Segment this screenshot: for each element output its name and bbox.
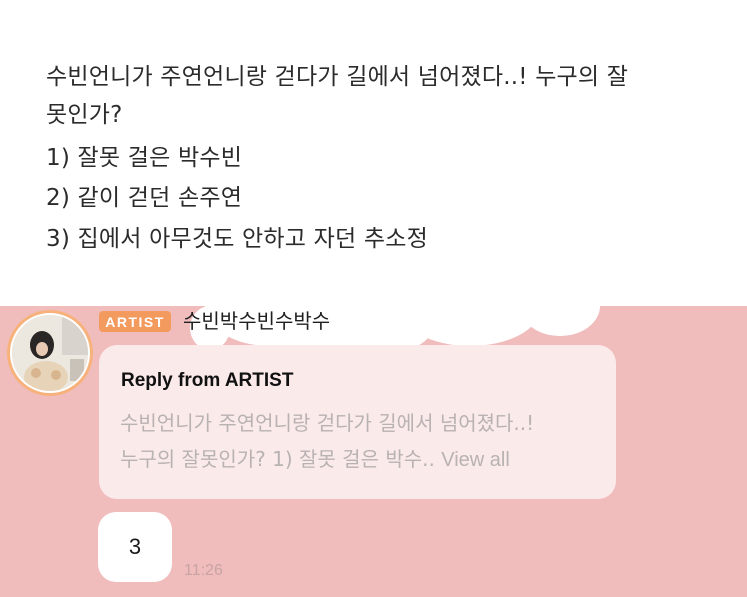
view-all-link[interactable]: View all bbox=[441, 449, 510, 471]
sender-name[interactable]: 수빈박수빈수박수 bbox=[183, 307, 330, 335]
artist-avatar-icon bbox=[10, 313, 90, 393]
artist-badge: ARTIST bbox=[99, 311, 171, 332]
message-timestamp: 11:26 bbox=[184, 562, 223, 579]
message-bubble[interactable]: 3 bbox=[98, 512, 172, 582]
fan-post: 수빈언니가 주연언니랑 걷다가 길에서 넘어졌다..! 누구의 잘 못인가? 1… bbox=[0, 0, 747, 306]
reply-card[interactable]: Reply from ARTIST 수빈언니가 주연언니랑 걷다가 길에서 넘어… bbox=[99, 345, 616, 499]
post-line-1: 수빈언니가 주연언니랑 걷다가 길에서 넘어졌다..! 누구의 잘 bbox=[46, 64, 629, 90]
reply-title: Reply from ARTIST bbox=[121, 370, 294, 391]
reply-preview-text: 누구의 잘못인가? 1) 잘못 걸은 박수.. bbox=[120, 447, 435, 471]
reply-preview-line-2: 누구의 잘못인가? 1) 잘못 걸은 박수.. View all bbox=[120, 445, 510, 474]
avatar[interactable] bbox=[7, 310, 93, 396]
post-option-3: 3) 집에서 아무것도 안하고 자던 추소정 bbox=[46, 226, 428, 252]
post-option-2: 2) 같이 걷던 손주연 bbox=[46, 185, 243, 211]
post-option-1: 1) 잘못 걸은 박수빈 bbox=[46, 145, 243, 171]
cover-blob bbox=[520, 306, 600, 336]
reply-preview-line-1: 수빈언니가 주연언니랑 걷다가 길에서 넘어졌다..! bbox=[120, 411, 535, 435]
post-line-2: 못인가? bbox=[46, 102, 123, 128]
